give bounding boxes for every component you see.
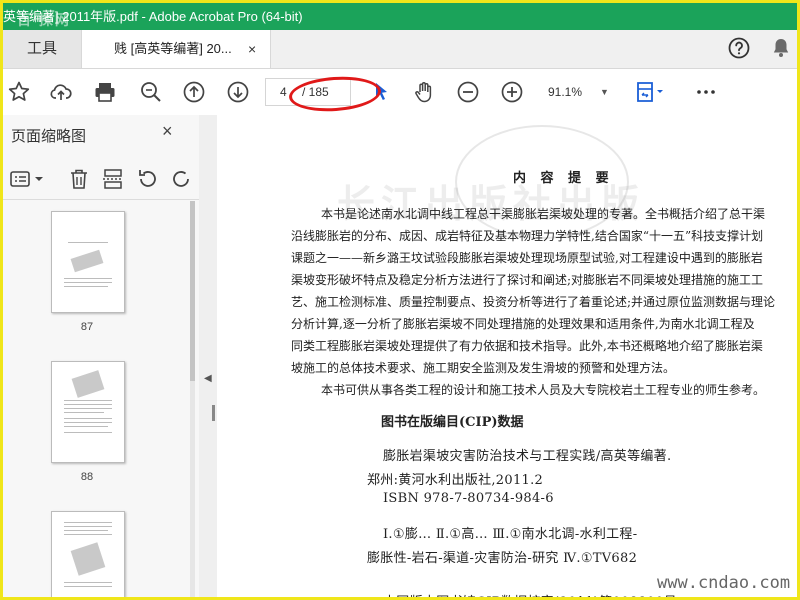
cip-line: ISBN 978-7-80734-984-6	[383, 491, 554, 506]
tab-close-icon[interactable]: ×	[248, 30, 256, 68]
rotate-right-icon[interactable]	[169, 167, 193, 191]
thumbnail-list: 87 88	[3, 201, 187, 597]
document-view: 长江出版社出版 内 容 提 要 本书是论述南水北调中线工程总干渠膨胀岩渠坡处理的…	[217, 115, 797, 597]
summary-paragraph: 本书是论述南水北调中线工程总干渠膨胀岩渠坡处理的专著。全书概括介绍了总干渠 沿线…	[291, 203, 797, 401]
next-page-icon[interactable]	[226, 80, 250, 104]
cip-line: 膨胀性-岩石-渠道-灾害防治-研究 Ⅳ.①TV682	[367, 551, 638, 566]
scrollbar-thumb[interactable]	[190, 201, 195, 381]
extract-pages-icon[interactable]	[101, 167, 125, 191]
resize-grip[interactable]	[212, 405, 215, 421]
thumbnail-options-icon[interactable]	[9, 167, 45, 191]
delete-trash-icon[interactable]	[67, 167, 91, 191]
panel-collapse-handle[interactable]: ◀	[199, 115, 218, 597]
cip-line: 膨胀岩渠坡灾害防治技术与工程实践/高英等编著.	[383, 449, 672, 464]
tab-document[interactable]: 贱 [高英等编著] 20... ×	[81, 30, 271, 68]
zoom-level-value: 91.1%	[548, 85, 583, 99]
cloud-upload-icon[interactable]	[49, 80, 73, 104]
fit-page-icon[interactable]	[635, 80, 669, 104]
tab-bar: 工具 贱 [高英等编著] 20... ×	[3, 30, 797, 69]
rotate-left-icon[interactable]	[136, 167, 160, 191]
bookmark-star-icon[interactable]	[7, 80, 31, 104]
panel-divider	[3, 199, 199, 200]
zoom-level-dropdown[interactable]: 91.1% ▼	[538, 80, 616, 104]
current-page-input[interactable]: 4	[280, 79, 287, 105]
notification-bell-icon[interactable]	[769, 36, 795, 62]
panel-close-icon[interactable]: ×	[162, 121, 173, 142]
app-window: 英等编著] 2011年版.pdf - Adobe Acrobat Pro (64…	[0, 0, 800, 600]
paragraph-line: 沿线膨胀岩的分布、成因、成岩特征及基本物理力学特性,结合国家“十一五”科技支撑计…	[291, 229, 764, 243]
tab-document-label: 贱 [高英等编著] 20...	[114, 41, 232, 56]
zoom-search-icon[interactable]	[139, 80, 163, 104]
previous-page-icon[interactable]	[182, 80, 206, 104]
cip-line: 郑州:黄河水利出版社,2011.2	[367, 473, 544, 488]
panel-toolbar	[3, 161, 199, 197]
cip-line: Ⅰ.①膨… Ⅱ.①高… Ⅲ.①南水北调-水利工程-	[383, 527, 638, 542]
thumbnail-label-88: 88	[80, 471, 94, 483]
paragraph-line: 渠坡变形破坏特点及稳定分析方法进行了探讨和阐述;对膨胀岩不同渠坡处理措施的施工工	[291, 273, 764, 287]
chevron-down-icon: ▼	[600, 87, 609, 97]
summary-heading: 内 容 提 要	[513, 171, 614, 186]
help-icon[interactable]	[727, 36, 753, 62]
paragraph-line: 同类工程膨胀岩渠坡处理提供了有力依据和技术指导。此外,本书还概略地介绍了膨胀岩渠	[291, 339, 763, 353]
title-bar: 英等编著] 2011年版.pdf - Adobe Acrobat Pro (64…	[3, 3, 797, 30]
more-options-icon[interactable]	[694, 80, 718, 104]
thumbnail-label-87: 87	[80, 321, 94, 333]
paragraph-line: 艺、施工检测标准、质量控制要点、投资分析等进行了着重论述;并通过原位监测数据与理…	[291, 295, 776, 309]
paragraph-line: 本书可供从事各类工程的设计和施工技术人员及大专院校岩土工程专业的师生参考。	[321, 383, 766, 397]
thumbnail-scrollbar[interactable]	[190, 201, 195, 597]
panel-title: 页面缩略图	[11, 128, 87, 145]
paragraph-line: 坡施工的总体技术要求、施工期安全监测及发生滑坡的预警和处理方法。	[291, 361, 676, 375]
cip-line: 中国版本图书馆CIP数据核字(2011)第008800号	[383, 591, 677, 597]
cip-heading: 图书在版编目(CIP)数据	[381, 415, 524, 430]
hand-tool-icon[interactable]	[412, 80, 436, 104]
site-watermark: www.cndao.com	[657, 573, 791, 593]
paragraph-line: 课题之一——新乡潞王坟试验段膨胀岩渠坡处理现场原型试验,对工程建设中遇到的膨胀岩	[291, 251, 763, 265]
print-icon[interactable]	[93, 80, 117, 104]
main-toolbar: 4 / 185 91.1% ▼	[3, 69, 797, 116]
zoom-out-icon[interactable]	[456, 80, 480, 104]
title-watermark: 百 探网	[17, 12, 71, 28]
thumbnails-panel: 页面缩略图 × 87 88	[3, 115, 200, 597]
collapse-arrow-icon[interactable]: ◀	[204, 373, 212, 384]
zoom-in-icon[interactable]	[500, 80, 524, 104]
tab-tools[interactable]: 工具	[3, 30, 81, 68]
page-thumbnail-87[interactable]	[51, 211, 125, 313]
paragraph-line: 本书是论述南水北调中线工程总干渠膨胀岩渠坡处理的专著。全书概括介绍了总干渠	[321, 207, 766, 221]
paragraph-line: 分析计算,逐一分析了膨胀岩渠坡不同处理措施的处理效果和适用条件,为南水北调工程及	[291, 317, 755, 331]
page-thumbnail-89[interactable]	[51, 511, 125, 597]
page-thumbnail-88[interactable]	[51, 361, 125, 463]
